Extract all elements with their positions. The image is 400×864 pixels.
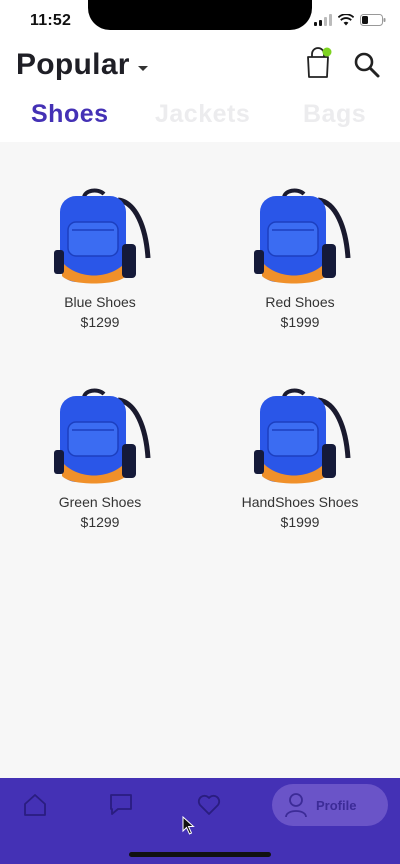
battery-icon [360,14,386,26]
product-card[interactable]: HandShoes Shoes $1999 [200,388,400,530]
nav-profile-button[interactable]: Profile [272,784,388,826]
home-icon [24,794,46,816]
status-bar: 11:52 [0,0,400,44]
tab-bags[interactable]: Bags [303,100,366,129]
shopping-bag-icon [307,47,332,78]
signal-icon [314,14,332,26]
category-selector[interactable]: Popular [16,48,148,82]
status-time: 11:52 [30,12,72,29]
page-title: Popular [16,48,130,81]
profile-label: Profile [316,797,357,813]
backpack-image [254,188,351,284]
user-icon [285,793,307,818]
product-name: HandShoes Shoes [241,494,359,510]
backpack-image [254,388,351,484]
status-icons [314,14,386,26]
product-grid: Blue Shoes $1299 Red Shoes $1999 Green S… [0,142,400,778]
product-card[interactable]: Blue Shoes $1299 [0,188,200,330]
product-price: $1299 [80,314,120,330]
tab-shoes[interactable]: Shoes [31,100,109,129]
product-price: $1999 [280,314,320,330]
search-icon [354,52,380,78]
heart-icon [197,794,221,815]
chevron-down-icon [137,65,148,71]
mouse-cursor-icon [182,816,195,835]
nav-home-button[interactable] [22,792,48,818]
app-screen: 11:52 Popular Shoes Jackets Bags Blue Sh… [0,0,400,864]
app-header: Popular [0,44,400,96]
search-button[interactable] [352,50,382,80]
product-price: $1999 [280,514,320,530]
product-name: Green Shoes [58,494,142,510]
category-tabs: Shoes Jackets Bags [0,96,400,142]
device-notch [88,0,312,30]
bottom-navigation: Profile [0,778,400,864]
product-card[interactable]: Green Shoes $1299 [0,388,200,530]
product-price: $1299 [80,514,120,530]
nav-messages-button[interactable] [108,792,134,818]
product-card[interactable]: Red Shoes $1999 [200,188,400,330]
backpack-image [54,188,151,284]
wifi-icon [338,14,354,26]
chat-icon [110,794,132,815]
nav-favorites-button[interactable] [196,792,222,818]
backpack-image [54,388,151,484]
cart-badge [322,47,332,57]
cart-button[interactable] [303,46,333,80]
home-indicator[interactable] [129,852,271,857]
product-name: Blue Shoes [64,294,136,310]
tab-jackets[interactable]: Jackets [155,100,250,129]
product-name: Red Shoes [265,294,335,310]
